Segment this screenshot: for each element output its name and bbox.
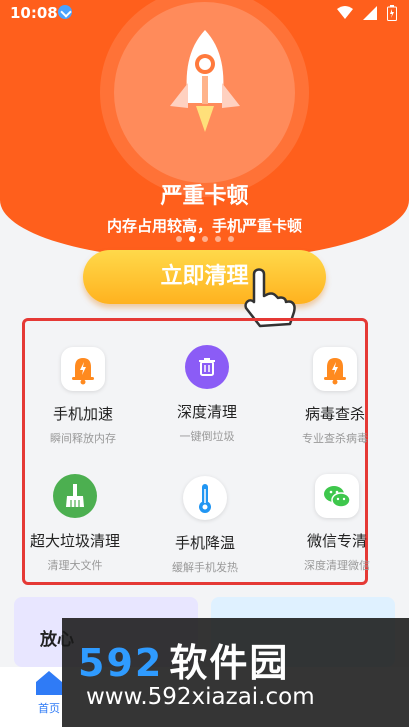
download-icon — [58, 5, 72, 19]
trash-icon — [185, 345, 229, 389]
tool-name: 超大垃圾清理 — [29, 532, 120, 550]
tools-grid: 手机加速 瞬间释放内存 深度清理 一键倒垃圾 病毒查杀 专业查杀病毒 超大垃圾清… — [22, 318, 370, 585]
watermark-chinese: 软件园 — [169, 641, 290, 685]
carousel-dots — [0, 236, 409, 242]
thermometer-icon — [183, 476, 227, 520]
hero-subtitle: 内存占用较高，手机严重卡顿 — [106, 217, 302, 235]
watermark-url: www.592xiazai.com — [86, 684, 315, 710]
carousel-dot[interactable] — [175, 236, 182, 242]
tool-name: 手机加速 — [52, 405, 113, 423]
wifi-icon — [337, 6, 353, 19]
carousel-dot[interactable] — [227, 236, 234, 242]
carousel-dot[interactable] — [188, 236, 195, 242]
watermark-number: 592 — [78, 641, 164, 685]
virus-scan-icon — [313, 347, 357, 391]
tool-deep-clean[interactable]: 深度清理 一键倒垃圾 — [147, 345, 267, 444]
signal-icon — [363, 6, 377, 20]
tool-desc: 专业查杀病毒 — [302, 432, 368, 445]
watermark-overlay: 592 软件园 www.592xiazai.com — [62, 618, 409, 727]
tool-phone-boost[interactable]: 手机加速 瞬间释放内存 — [23, 347, 143, 446]
tool-name: 病毒查杀 — [304, 405, 365, 423]
tool-name: 深度清理 — [176, 403, 237, 421]
tool-name: 手机降温 — [174, 534, 235, 552]
tool-wechat-clean[interactable]: 微信专清 深度清理微信 — [277, 474, 397, 573]
bell-boost-icon — [61, 347, 105, 391]
tool-desc: 一键倒垃圾 — [179, 430, 235, 443]
tab-home[interactable]: 首页 — [34, 669, 64, 716]
battery-icon — [387, 5, 397, 21]
carousel-dot[interactable] — [201, 236, 208, 242]
tab-home-label: 首页 — [38, 702, 60, 715]
wechat-icon — [315, 474, 359, 518]
broom-icon — [53, 474, 97, 518]
hero-panel: 严重卡顿 内存占用较高，手机严重卡顿 — [0, 0, 409, 260]
home-icon — [36, 671, 62, 695]
rocket-icon — [170, 30, 240, 132]
hero-title: 严重卡顿 — [160, 184, 249, 209]
tool-desc: 清理大文件 — [47, 559, 103, 572]
tool-desc: 深度清理微信 — [304, 559, 370, 572]
status-time: 10:08 — [10, 4, 58, 22]
watermark-brand: 592 软件园 — [78, 632, 289, 687]
tool-phone-cool[interactable]: 手机降温 缓解手机发热 — [145, 476, 265, 575]
tool-name: 微信专清 — [306, 532, 367, 550]
status-icons — [337, 5, 397, 21]
tool-virus-scan[interactable]: 病毒查杀 专业查杀病毒 — [275, 347, 395, 446]
carousel-dot[interactable] — [214, 236, 221, 242]
tool-large-file-clean[interactable]: 超大垃圾清理 清理大文件 — [15, 474, 135, 573]
tool-desc: 缓解手机发热 — [172, 561, 238, 574]
tool-desc: 瞬间释放内存 — [50, 432, 116, 445]
